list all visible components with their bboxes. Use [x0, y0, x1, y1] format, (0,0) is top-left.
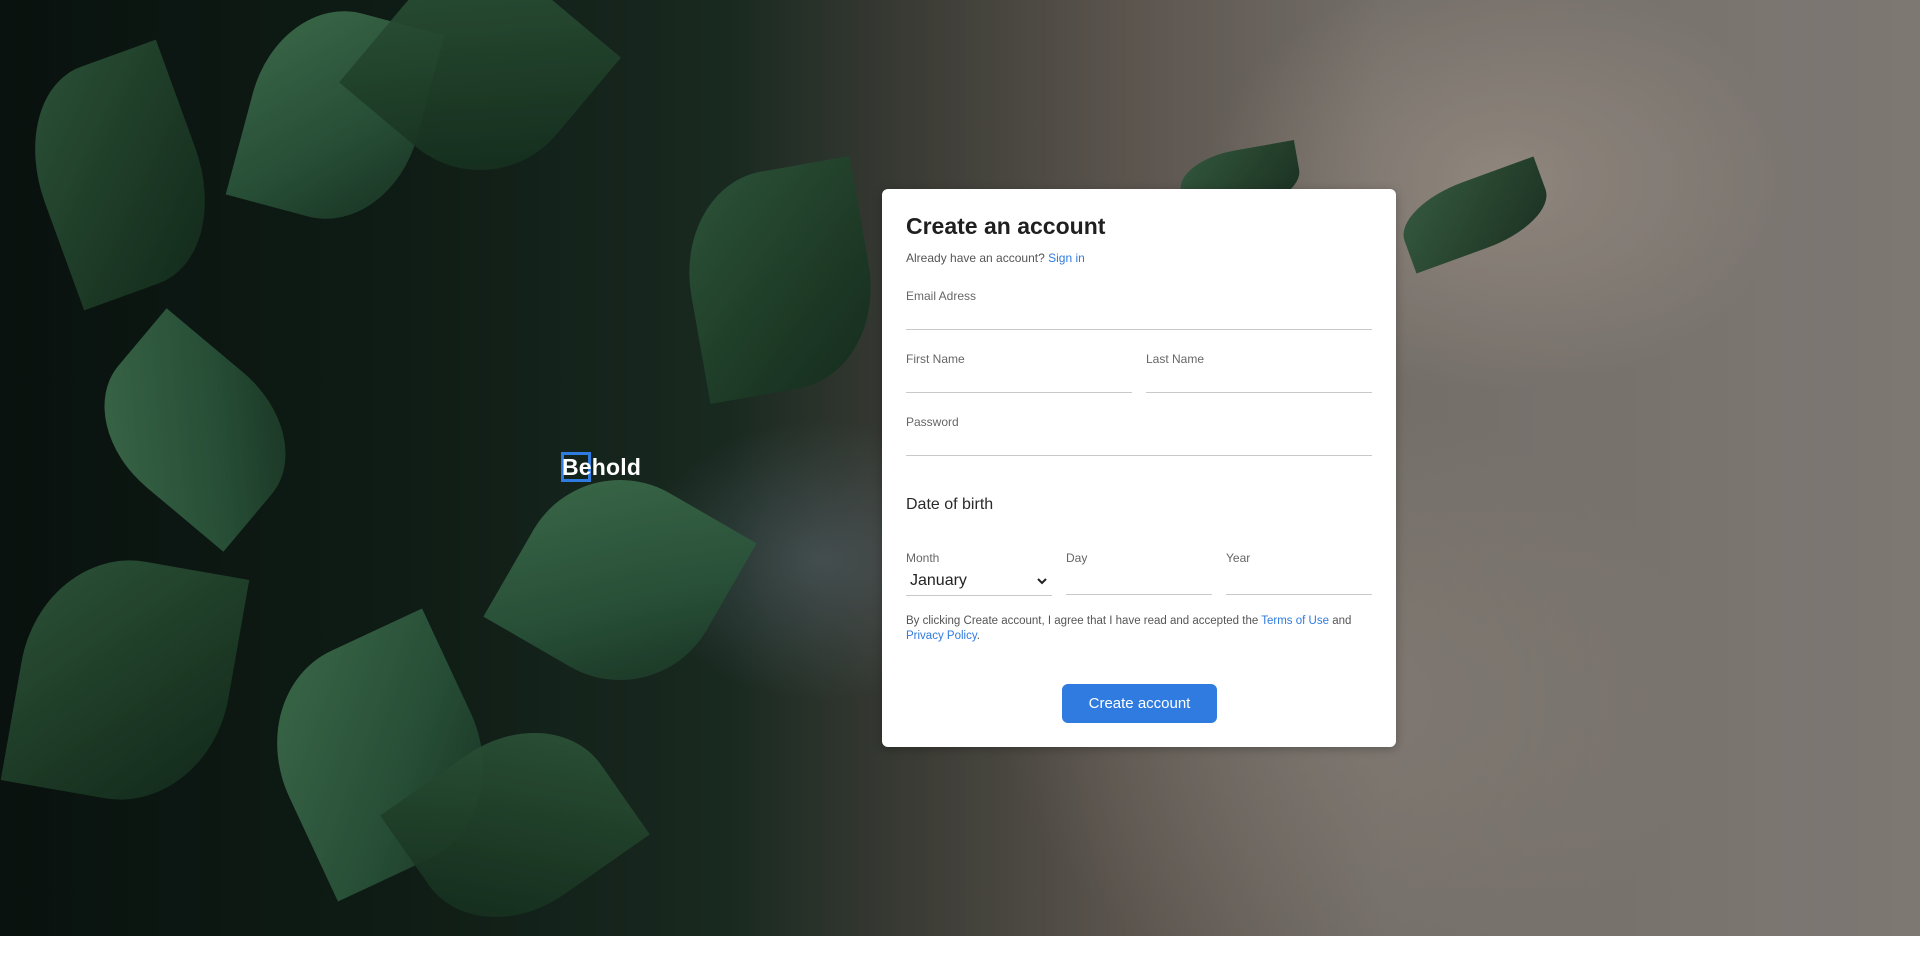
- create-account-button[interactable]: Create account: [1062, 684, 1217, 723]
- signin-link[interactable]: Sign in: [1048, 251, 1085, 265]
- first-name-label: First Name: [906, 352, 965, 366]
- signin-prompt-text: Already have an account?: [906, 251, 1045, 265]
- last-name-label: Last Name: [1146, 352, 1205, 366]
- day-field[interactable]: [1066, 567, 1212, 595]
- month-field-group: Month January: [906, 551, 1052, 596]
- chevron-down-icon: [1037, 578, 1047, 585]
- email-field-group: Email Adress: [906, 289, 1372, 330]
- year-field-group: Year: [1226, 551, 1372, 595]
- signin-prompt: Already have an account? Sign in: [906, 251, 1085, 265]
- terms-of-use-link[interactable]: Terms of Use: [1261, 615, 1329, 627]
- signup-card: Create an account Already have an accoun…: [882, 189, 1396, 747]
- day-label: Day: [1066, 551, 1088, 565]
- month-select-value: January: [910, 572, 967, 589]
- day-field-group: Day: [1066, 551, 1212, 595]
- email-field[interactable]: [906, 306, 1372, 330]
- first-name-field[interactable]: [906, 369, 1132, 393]
- password-field-group: Password: [906, 415, 1372, 456]
- last-name-field-group: Last Name: [1146, 352, 1372, 393]
- page-title: Create an account: [906, 213, 1106, 239]
- month-select[interactable]: January: [906, 567, 1052, 596]
- last-name-field[interactable]: [1146, 369, 1372, 393]
- terms-suffix: .: [976, 630, 980, 642]
- password-label: Password: [906, 415, 959, 429]
- terms-notice: By clicking Create account, I agree that…: [906, 614, 1376, 644]
- brand-name: Behold: [562, 454, 642, 480]
- year-label: Year: [1226, 551, 1251, 565]
- year-field[interactable]: [1226, 567, 1372, 595]
- email-label: Email Adress: [906, 289, 977, 303]
- password-field[interactable]: [906, 432, 1372, 456]
- terms-and: and: [1332, 615, 1352, 627]
- dob-title: Date of birth: [906, 496, 994, 513]
- month-label: Month: [906, 551, 940, 565]
- terms-prefix: By clicking Create account, I agree that…: [906, 615, 1259, 627]
- first-name-field-group: First Name: [906, 352, 1132, 393]
- privacy-policy-link[interactable]: Privacy Policy: [906, 630, 977, 642]
